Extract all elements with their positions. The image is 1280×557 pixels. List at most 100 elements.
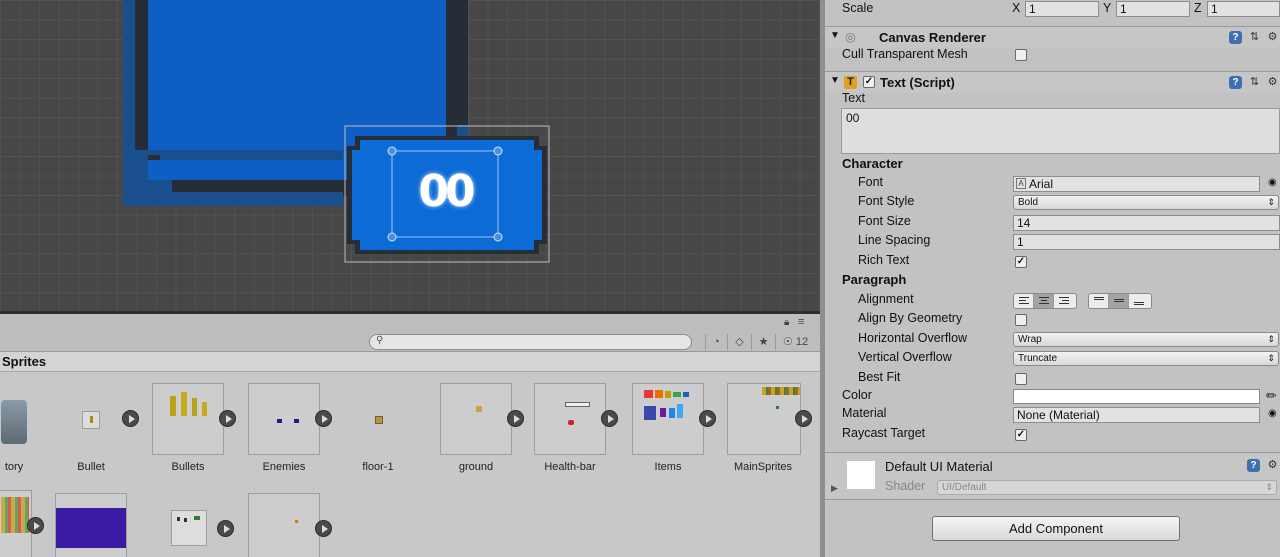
vertical-overflow-dropdown[interactable]: Truncate ⇕ — [1013, 351, 1279, 366]
filter-label-button[interactable]: ◇ — [727, 334, 751, 350]
asset-label: Items — [654, 461, 682, 473]
help-icon[interactable]: ? — [1229, 31, 1242, 44]
align-right-icon[interactable] — [1054, 294, 1074, 308]
align-middle-icon[interactable] — [1109, 294, 1129, 308]
eye-slash-icon: ☉ — [782, 336, 793, 348]
scale-label: Scale — [842, 1, 874, 15]
font-value: Arial — [1029, 177, 1054, 191]
scale-x-label[interactable]: X — [1012, 1, 1020, 15]
line-spacing-field[interactable]: 1 — [1013, 234, 1280, 250]
gear-icon[interactable]: ⚙ — [1266, 459, 1279, 472]
material-label: Material — [842, 406, 887, 420]
line-spacing-label: Line Spacing — [858, 233, 931, 247]
text-label: Text — [842, 91, 865, 105]
help-icon[interactable]: ? — [1247, 459, 1260, 472]
gear-icon[interactable]: ⚙ — [1266, 31, 1279, 44]
expand-sprite-icon[interactable] — [122, 410, 139, 427]
font-label: Font — [858, 175, 884, 189]
horizontal-alignment-group — [1013, 293, 1077, 309]
dropdown-arrow-icon: ⇕ — [1265, 482, 1273, 492]
font-size-field[interactable]: 14 — [1013, 215, 1280, 231]
asset-label: Enemies — [262, 461, 306, 473]
cull-row: Cull Transparent Mesh — [825, 46, 1280, 65]
object-picker-icon[interactable]: ◉ — [1268, 408, 1277, 419]
dropdown-arrow-icon: ⇕ — [1267, 197, 1275, 207]
align-center-icon[interactable] — [1034, 294, 1054, 308]
expand-sprite-icon[interactable] — [601, 410, 618, 427]
rich-text-checkbox[interactable]: ✓ — [1015, 256, 1027, 268]
scale-row: Scale X 1 Y 1 Z 1 — [825, 0, 1280, 19]
expand-sprite-icon[interactable] — [27, 517, 44, 534]
expand-sprite-icon[interactable] — [507, 410, 524, 427]
help-icon[interactable]: ? — [1229, 76, 1242, 89]
text-script-enabled-checkbox[interactable]: ✓ — [863, 76, 875, 88]
expand-sprite-icon[interactable] — [217, 520, 234, 537]
text-script-title: Text (Script) — [880, 75, 955, 90]
canvas-renderer-header[interactable]: ▼ ◎ Canvas Renderer ? ⇅ ⚙ — [825, 26, 1280, 48]
color-label: Color — [842, 388, 872, 402]
color-swatch[interactable] — [1013, 389, 1260, 404]
expand-sprite-icon[interactable] — [315, 520, 332, 537]
scene-view[interactable]: 00 — [0, 0, 822, 313]
favorite-star-icon[interactable]: ★ — [751, 334, 775, 350]
text-script-header[interactable]: ▼ T ✓ Text (Script) ? ⇅ ⚙ — [825, 71, 1280, 93]
cull-label: Cull Transparent Mesh — [842, 47, 968, 61]
cull-checkbox[interactable] — [1015, 49, 1027, 61]
expand-sprite-icon[interactable] — [315, 410, 332, 427]
text-area[interactable]: 00 — [841, 108, 1280, 154]
search-input[interactable]: ⚲ — [369, 334, 692, 350]
scale-x-field[interactable]: 1 — [1025, 1, 1099, 17]
gear-icon[interactable]: ⚙ — [1266, 76, 1279, 89]
align-by-geometry-checkbox[interactable] — [1015, 314, 1027, 326]
asset-label: Bullet — [77, 461, 105, 473]
align-top-icon[interactable] — [1089, 294, 1109, 308]
filter-type-button[interactable]: ◔ — [705, 334, 727, 350]
align-left-icon[interactable] — [1014, 294, 1034, 308]
project-window: 🔒︎ ≡ ⚲ ◔ ◇ ★ ☉ 12 Sprites tory Bullet Bu… — [0, 314, 820, 557]
vertical-alignment-group — [1088, 293, 1152, 309]
foldout-arrow-icon[interactable]: ▶ — [831, 483, 838, 494]
scale-z-label[interactable]: Z — [1194, 1, 1202, 15]
shader-dropdown[interactable]: UI/Default ⇕ — [937, 480, 1277, 495]
scale-y-label[interactable]: Y — [1103, 1, 1111, 15]
best-fit-checkbox[interactable] — [1015, 373, 1027, 385]
project-toolbar: ⚲ ◔ ◇ ★ ☉ 12 — [0, 332, 820, 352]
expand-sprite-icon[interactable] — [795, 410, 812, 427]
eyedropper-icon[interactable]: ✏ — [1266, 388, 1277, 404]
dropdown-arrow-icon: ⇕ — [1267, 334, 1275, 344]
asset-label: Bullets — [171, 461, 205, 473]
horizontal-overflow-dropdown[interactable]: Wrap ⇕ — [1013, 332, 1279, 347]
best-fit-label: Best Fit — [858, 370, 901, 384]
foldout-arrow-icon[interactable]: ▼ — [830, 30, 840, 41]
object-picker-icon[interactable]: ◉ — [1268, 177, 1277, 188]
preset-icon[interactable]: ⇅ — [1248, 31, 1261, 44]
scale-z-field[interactable]: 1 — [1207, 1, 1280, 17]
asset-label: floor-1 — [362, 461, 394, 473]
material-title: Default UI Material — [885, 459, 993, 474]
expand-sprite-icon[interactable] — [699, 410, 716, 427]
breadcrumb-folder[interactable]: Sprites — [2, 354, 46, 369]
alignment-label: Alignment — [858, 292, 914, 306]
vertical-overflow-label: Vertical Overflow — [858, 350, 952, 364]
rich-text-label: Rich Text — [858, 253, 910, 267]
expand-sprite-icon[interactable] — [219, 410, 236, 427]
search-icon: ⚲ — [376, 335, 384, 346]
align-bottom-icon[interactable] — [1129, 294, 1149, 308]
foldout-arrow-icon[interactable]: ▼ — [830, 75, 840, 86]
scale-y-field[interactable]: 1 — [1116, 1, 1190, 17]
raycast-target-checkbox[interactable]: ✓ — [1015, 429, 1027, 441]
hidden-packages-button[interactable]: ☉ 12 — [775, 334, 815, 350]
asset-label: ground — [458, 461, 494, 473]
add-component-button[interactable]: Add Component — [932, 516, 1180, 541]
menu-icon[interactable]: ≡ — [798, 316, 804, 328]
asset-preview — [82, 411, 100, 429]
shader-value: UI/Default — [942, 482, 987, 493]
lock-icon[interactable]: 🔒︎ — [784, 317, 789, 328]
font-style-label: Font Style — [858, 194, 915, 208]
preset-icon[interactable]: ⇅ — [1248, 76, 1261, 89]
asset-preview — [1, 400, 27, 444]
font-field[interactable]: A Arial — [1013, 176, 1260, 192]
font-style-dropdown[interactable]: Bold ⇕ — [1013, 195, 1279, 210]
material-block: ▶ Default UI Material Shader UI/Default … — [825, 452, 1280, 500]
material-field[interactable]: None (Material) — [1013, 407, 1260, 423]
